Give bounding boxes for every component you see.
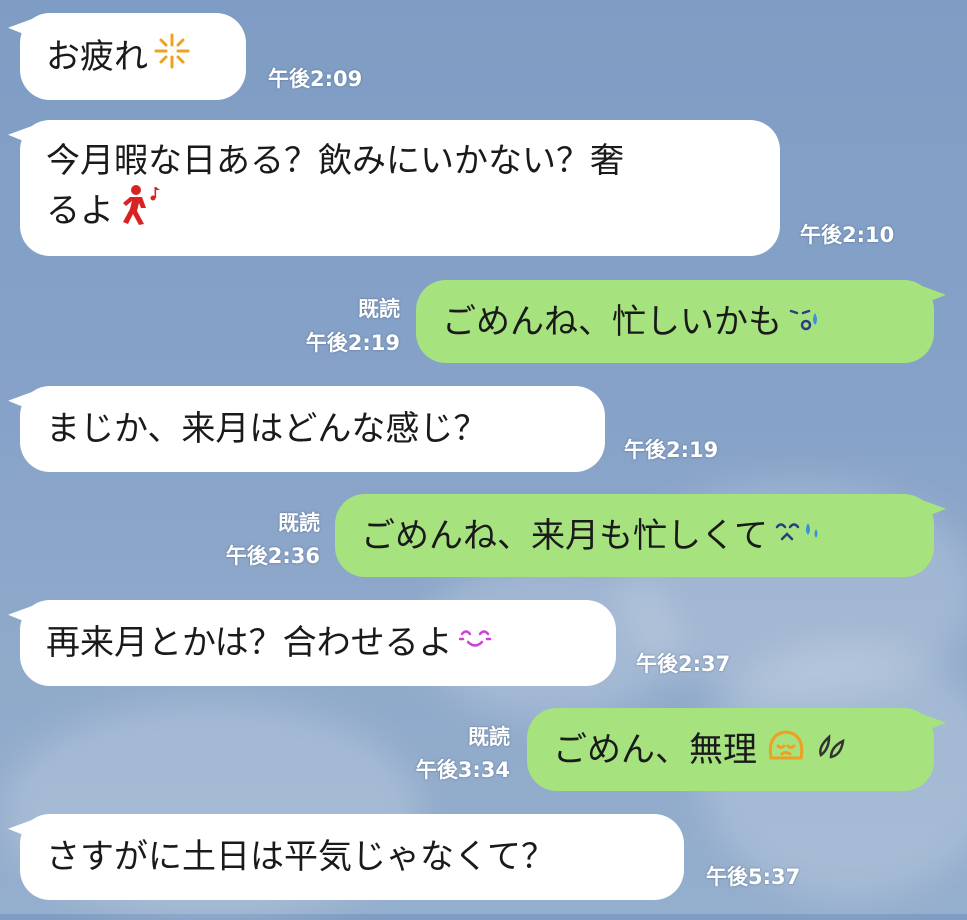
message-text-line1: 今月暇な日ある？飲みにいかない？奢 [46, 141, 624, 181]
message-timestamp: 午後2:36 [225, 544, 320, 568]
message-timestamp: 午後5:37 [706, 865, 801, 889]
message-bubble-incoming[interactable]: まじか、来月はどんな感じ？ [8, 386, 605, 472]
message-timestamp: 午後2:09 [268, 67, 363, 91]
message-timestamp: 午後3:34 [415, 758, 510, 782]
sweat-face-icon [788, 299, 822, 345]
sparkle-icon [154, 33, 190, 81]
message-bubble-incoming[interactable]: 今月暇な日ある？飲みにいかない？奢 るよ [8, 120, 780, 256]
message-timestamp: 午後2:10 [800, 223, 895, 247]
sweat-drops-icon [815, 727, 849, 773]
read-receipt: 既読 [278, 511, 320, 535]
message-text-line2: るよ [46, 191, 114, 231]
message-timestamp: 午後2:37 [636, 652, 731, 676]
message-text: お疲れ [46, 36, 148, 77]
message-bubble-outgoing[interactable]: ごめんね、忙しいかも [416, 280, 946, 363]
message-bubble-incoming[interactable]: お疲れ [8, 13, 246, 100]
message-text: ごめんね、忙しいかも [442, 301, 782, 342]
dancing-person-icon [120, 184, 160, 238]
crying-face-icon [774, 513, 820, 559]
message-text: ごめん、無理 [553, 729, 757, 770]
message-bubble-outgoing[interactable]: ごめんね、来月も忙しくて [335, 494, 946, 577]
message-bubble-incoming[interactable]: 再来月とかは？合わせるよ [8, 600, 616, 686]
message-text: 再来月とかは？合わせるよ [46, 623, 453, 663]
message-timestamp: 午後2:19 [624, 438, 719, 462]
message-timestamp: 午後2:19 [305, 331, 400, 355]
read-receipt: 既読 [358, 297, 400, 321]
message-bubble-outgoing[interactable]: ごめん、無理 [527, 708, 946, 791]
message-text: ごめんね、来月も忙しくて [361, 515, 768, 556]
message-text: まじか、来月はどんな感じ？ [46, 409, 488, 449]
message-text: さすがに土日は平気じゃなくて？ [46, 837, 555, 877]
message-bubble-incoming[interactable]: さすがに土日は平気じゃなくて？ [8, 814, 684, 900]
smiling-face-icon [458, 620, 493, 666]
read-receipt: 既読 [468, 725, 510, 749]
bowing-face-icon [763, 724, 809, 776]
